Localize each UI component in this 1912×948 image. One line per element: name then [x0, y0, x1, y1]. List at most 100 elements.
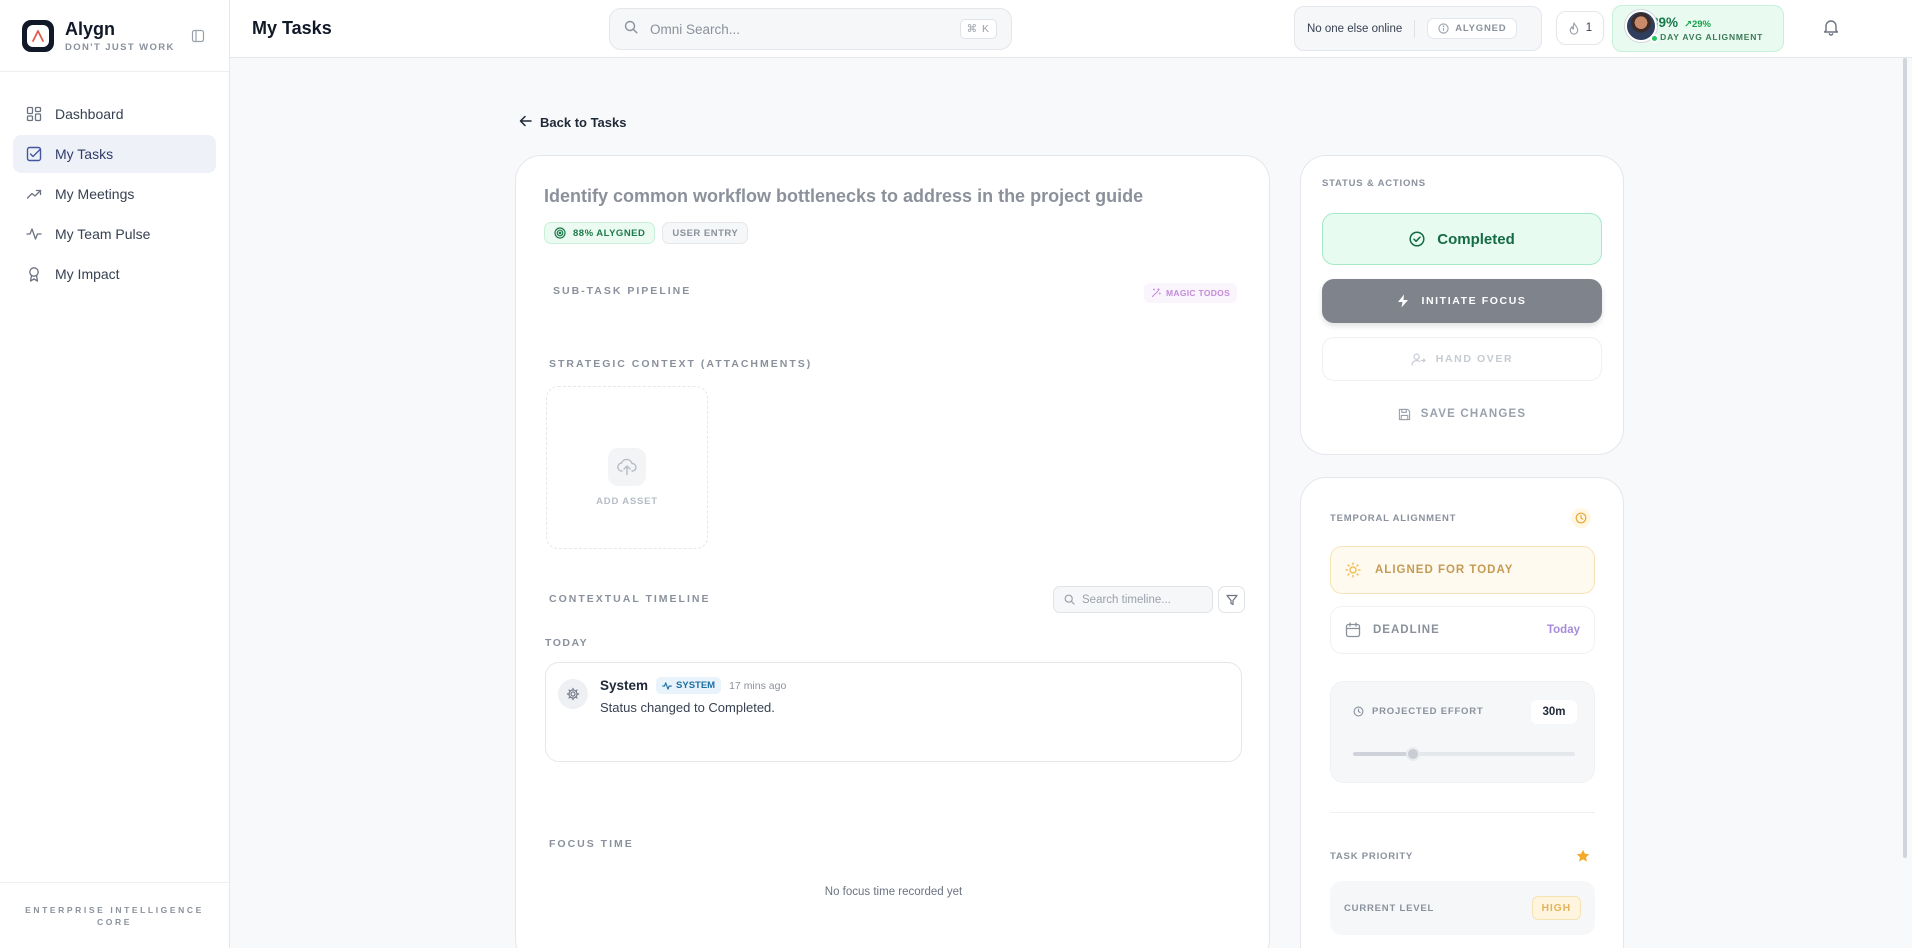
star-icon: [1573, 846, 1593, 866]
status-actions-label: STATUS & ACTIONS: [1322, 178, 1426, 189]
omni-search-input[interactable]: Omni Search... ⌘ K: [609, 8, 1012, 50]
sidebar-nav: Dashboard My Tasks My Meetings My Team P…: [0, 72, 229, 293]
aligned-today-indicator: ALIGNED FOR TODAY: [1330, 546, 1595, 594]
clock-icon: [1353, 706, 1364, 717]
alignment-chip-label: 88% ALYGNED: [573, 227, 646, 239]
effort-slider-fill: [1353, 752, 1413, 756]
page-scrollbar[interactable]: [1903, 58, 1907, 858]
calendar-icon: [1345, 622, 1361, 638]
user-transfer-icon: [1411, 353, 1426, 366]
add-asset-button[interactable]: ADD ASSET: [546, 386, 708, 549]
back-label: Back to Tasks: [540, 115, 627, 130]
brand: Alygn DON'T JUST WORK: [0, 0, 229, 72]
sidebar-item-label: My Team Pulse: [55, 226, 151, 242]
status-actions-card: STATUS & ACTIONS Completed INITIATE FOCU…: [1300, 155, 1624, 455]
hand-over-label: HAND OVER: [1435, 353, 1514, 365]
sidebar-item-my-meetings[interactable]: My Meetings: [13, 175, 216, 213]
timeline-filter-button[interactable]: [1218, 586, 1245, 613]
trend-icon: [25, 185, 43, 203]
status-completed-button[interactable]: Completed: [1322, 213, 1602, 265]
sidebar-item-label: My Tasks: [55, 146, 114, 162]
system-badge-label: SYSTEM: [676, 680, 716, 691]
effort-slider-thumb[interactable]: [1405, 747, 1420, 761]
arrow-left-icon: [519, 115, 532, 130]
search-icon: [1064, 594, 1075, 605]
award-icon: [25, 265, 43, 283]
presence-text: No one else online: [1307, 22, 1403, 35]
timeline-entry: System SYSTEM 17 mins ago Status changed…: [545, 662, 1242, 762]
task-check-icon: [25, 145, 43, 163]
focus-empty-state: No focus time recorded yet: [824, 886, 963, 898]
upload-cloud-icon: [608, 448, 646, 486]
magic-todos-button[interactable]: MAGIC TODOS: [1144, 283, 1238, 303]
timeline-day-label: TODAY: [545, 637, 589, 649]
priority-level-value: HIGH: [1531, 896, 1581, 920]
task-title[interactable]: Identify common workflow bottlenecks to …: [544, 186, 1143, 207]
top-header: My Tasks Omni Search... ⌘ K No one else …: [230, 0, 1912, 58]
initiate-focus-button[interactable]: INITIATE FOCUS: [1322, 279, 1602, 323]
hand-over-button[interactable]: HAND OVER: [1322, 337, 1602, 381]
flame-icon: [1568, 21, 1580, 35]
app-name: Alygn: [65, 18, 116, 39]
page-title: My Tasks: [252, 18, 332, 38]
streak-button[interactable]: 1: [1556, 11, 1604, 45]
timeline-message: Status changed to Completed.: [600, 700, 775, 715]
attachments-section-label: STRATEGIC CONTEXT (ATTACHMENTS): [549, 358, 813, 370]
alignment-delta: ↗29%: [1684, 19, 1712, 30]
temporal-alignment-card: TEMPORAL ALIGNMENT ALIGNED FOR TODAY DEA…: [1300, 477, 1624, 948]
timeline-section-label: CONTEXTUAL TIMELINE: [549, 593, 711, 605]
deadline-value: Today: [1546, 624, 1580, 636]
search-icon: [624, 20, 638, 39]
alignment-chip: 88% ALYGNED: [544, 222, 656, 244]
timeline-timestamp: 17 mins ago: [729, 679, 787, 692]
app-tagline: DON'T JUST WORK: [65, 41, 175, 53]
target-icon: [554, 227, 566, 239]
footer-line-2: CORE: [97, 916, 132, 927]
timeline-search-placeholder: Search timeline...: [1082, 593, 1171, 606]
timeline-author: System: [600, 678, 649, 693]
projected-effort-panel: PROJECTED EFFORT 30m: [1330, 681, 1595, 783]
sidebar-footer: ENTERPRISE INTELLIGENCE CORE: [0, 882, 229, 948]
sidebar-collapse-icon[interactable]: [189, 27, 207, 45]
deadline-picker[interactable]: DEADLINE Today: [1330, 606, 1595, 654]
projected-effort-value: 30m: [1531, 700, 1577, 724]
priority-level-selector[interactable]: CURRENT LEVEL HIGH: [1330, 881, 1595, 935]
temporal-alignment-label: TEMPORAL ALIGNMENT: [1330, 513, 1457, 524]
search-shortcut: ⌘ K: [959, 19, 997, 39]
sidebar-item-label: Dashboard: [55, 106, 124, 122]
pulse-icon: [25, 225, 43, 243]
sidebar-item-label: My Impact: [55, 266, 120, 282]
focus-section-label: FOCUS TIME: [549, 838, 634, 850]
save-changes-button[interactable]: SAVE CHANGES: [1322, 392, 1602, 436]
status-label: Completed: [1437, 230, 1515, 248]
task-priority-label: TASK PRIORITY: [1330, 851, 1414, 862]
back-to-tasks-link[interactable]: Back to Tasks: [519, 115, 626, 130]
initiate-focus-label: INITIATE FOCUS: [1421, 295, 1527, 307]
source-chip: USER ENTRY: [662, 222, 749, 244]
dashboard-icon: [25, 105, 43, 123]
sun-icon: [1345, 562, 1361, 578]
sidebar-item-my-tasks[interactable]: My Tasks: [13, 135, 216, 173]
subtask-section-label: SUB-TASK PIPELINE: [553, 285, 692, 297]
footer-line-1: ENTERPRISE INTELLIGENCE: [25, 904, 204, 915]
alygned-badge[interactable]: ALYGNED: [1427, 18, 1518, 39]
sidebar-item-dashboard[interactable]: Dashboard: [13, 95, 216, 133]
effort-slider[interactable]: [1353, 747, 1575, 761]
magic-wand-icon: [1151, 288, 1161, 298]
app-logo[interactable]: [22, 19, 54, 52]
presence-indicator: No one else online ALYGNED: [1294, 6, 1542, 51]
deadline-label: DEADLINE: [1373, 624, 1440, 636]
magic-todos-label: MAGIC TODOS: [1166, 288, 1231, 298]
info-icon: [1438, 23, 1449, 34]
search-placeholder: Omni Search...: [650, 21, 741, 37]
bell-icon[interactable]: [1822, 18, 1842, 38]
check-circle-icon: [1409, 231, 1425, 247]
streak-count: 1: [1585, 22, 1593, 34]
sidebar-item-my-impact[interactable]: My Impact: [13, 255, 216, 293]
filter-icon: [1225, 594, 1238, 606]
alygned-badge-label: ALYGNED: [1455, 23, 1507, 34]
timeline-search-input[interactable]: Search timeline...: [1053, 586, 1213, 613]
lightning-icon: [1397, 294, 1409, 308]
sidebar-item-my-team-pulse[interactable]: My Team Pulse: [13, 215, 216, 253]
alignment-label: 7-DAY AVG ALIGNMENT: [1651, 32, 1764, 42]
